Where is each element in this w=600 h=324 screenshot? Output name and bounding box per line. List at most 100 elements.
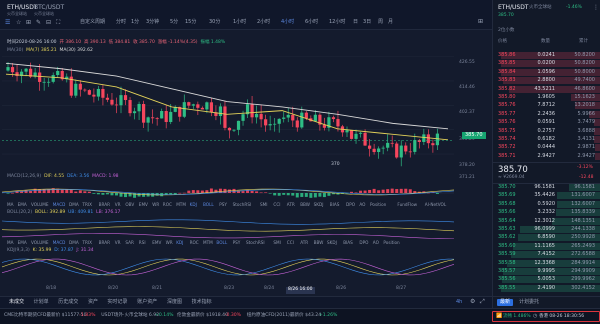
grid-icon[interactable]: ⊞ <box>26 20 31 26</box>
settings-icon[interactable]: ⚙ <box>470 299 475 305</box>
period-item[interactable]: 月 <box>388 20 393 25</box>
interval-label[interactable]: 4h <box>456 300 462 305</box>
ask-row[interactable]: 385.74 0.6182 3.4131 <box>493 136 600 143</box>
period-item[interactable]: 3日 <box>363 20 371 25</box>
period-item[interactable]: 6小时 <box>305 20 318 25</box>
bid-row[interactable]: 385.57 9.9995 294.9909 <box>493 268 600 275</box>
bottom-tab[interactable]: 未成交 <box>9 300 24 305</box>
candlestick-chart[interactable] <box>2 56 454 178</box>
menu-icon[interactable]: ☰ <box>5 20 10 26</box>
ruler-icon[interactable]: ✎ <box>36 20 41 26</box>
indicator-tab[interactable]: VR <box>115 240 121 245</box>
indicator-tab[interactable]: PSY <box>219 202 227 207</box>
indicator-tab[interactable]: ATR <box>300 240 308 245</box>
indicator-tab[interactable]: MA <box>7 240 13 245</box>
bid-row[interactable]: 385.70 96.1581 96.1581 <box>493 184 600 191</box>
indicator-tab[interactable]: EMA <box>18 240 27 245</box>
indicator-tab[interactable]: AI-NetVOL <box>425 202 446 207</box>
ob-menu-icon[interactable]: ⋮ <box>593 5 599 11</box>
bid-row[interactable]: 385.69 35.4426 131.6007 <box>493 192 600 200</box>
ask-row[interactable]: 385.72 0.0444 2.9871 <box>493 144 600 152</box>
indicator-tab[interactable]: DMA <box>69 240 79 245</box>
indicator-tab[interactable]: EMV <box>139 202 148 207</box>
indicator-tab[interactable]: BRAR <box>99 240 110 245</box>
period-item[interactable]: 1分 <box>131 20 139 25</box>
indicator-tab[interactable]: VR <box>115 202 121 207</box>
layout-icon[interactable]: ⊟ <box>46 20 51 26</box>
period-item[interactable]: 4小时 <box>281 20 294 25</box>
bid-row[interactable]: 385.58 12.3368 284.9914 <box>493 259 600 267</box>
ob-precision[interactable]: 2位小数 <box>498 28 514 34</box>
period-item[interactable]: 3分钟 <box>146 20 159 25</box>
bottom-tab[interactable]: 账户资产 <box>137 300 157 305</box>
indicator-tab[interactable]: VOLUME <box>31 202 49 207</box>
indicator-tab[interactable]: AO <box>373 240 379 245</box>
indicator-tab[interactable]: SMI <box>273 240 281 245</box>
indicator-tab[interactable]: TRIX <box>82 202 92 207</box>
indicator-tab[interactable]: BIAS <box>330 202 340 207</box>
bid-row[interactable]: 385.64 12.3012 148.1351 <box>493 217 600 225</box>
period-item[interactable]: 5分 <box>170 20 178 25</box>
zoom-icon[interactable]: ⊞ <box>478 19 483 25</box>
indicator-tab[interactable]: TRIX <box>82 240 92 245</box>
indicator-tab[interactable]: MA <box>7 202 13 207</box>
indicator-tab[interactable]: VOLUME <box>31 240 49 245</box>
indicator-tab[interactable]: CCI <box>273 202 280 207</box>
ask-row[interactable]: 385.82 43.5211 46.8600 <box>493 85 600 93</box>
indicator-tab[interactable]: ROC <box>163 202 172 207</box>
bid-row[interactable]: 385.60 11.1165 265.2493 <box>493 242 600 250</box>
ask-row[interactable]: 385.84 1.0596 50.8000 <box>493 68 600 76</box>
period-item[interactable]: 分时 <box>116 20 126 25</box>
bottom-tab[interactable]: 资产 <box>88 300 98 305</box>
bid-row[interactable]: 385.63 96.0999 244.1338 <box>493 226 600 233</box>
ask-row[interactable]: 385.76 7.8712 13.2018 <box>493 102 600 110</box>
indicator-tab[interactable]: OBV <box>125 202 134 207</box>
period-item[interactable]: 2小时 <box>257 20 270 25</box>
bottom-tab[interactable]: 历史成交 <box>58 300 78 305</box>
expand-icon[interactable]: ⤢ <box>480 299 485 305</box>
indicator-tab[interactable]: WR <box>152 202 159 207</box>
ask-row[interactable]: 385.76 0.0591 3.7479 <box>493 119 600 127</box>
bid-row[interactable]: 385.62 6.8590 250.9928 <box>493 234 600 242</box>
ask-row[interactable]: 385.80 1.9605 15.1623 <box>493 94 600 101</box>
indicator-tab[interactable]: MACD <box>53 240 66 245</box>
indicator-tab[interactable]: AO <box>359 202 365 207</box>
indicator-tab[interactable]: BOLL <box>203 202 214 207</box>
indicator-tab[interactable]: MTM <box>176 202 186 207</box>
ob-tab-plan[interactable]: 计划委托 <box>519 300 539 305</box>
macd-chart[interactable] <box>2 181 454 199</box>
indicator-tab[interactable]: DPO <box>346 202 355 207</box>
indicator-tab[interactable]: PSY <box>233 240 241 245</box>
indicator-tab[interactable]: StochRSI <box>246 240 265 245</box>
indicator-tab[interactable]: SKDJ <box>327 240 337 245</box>
bottom-tab[interactable]: 深度图 <box>167 300 182 305</box>
ask-row[interactable]: 385.85 0.0200 50.8200 <box>493 60 600 68</box>
indicator-tab[interactable]: FundFlow <box>397 202 417 207</box>
bid-row[interactable]: 385.55 2.4190 302.4152 <box>493 284 600 292</box>
bid-row[interactable]: 385.66 3.2332 135.8339 <box>493 209 600 217</box>
indicator-tab[interactable]: Position <box>370 202 386 207</box>
indicator-tab[interactable]: DPO <box>359 240 368 245</box>
bid-row[interactable]: 385.68 0.5920 132.6007 <box>493 200 600 208</box>
bottom-tab[interactable]: 技术指标 <box>192 300 212 305</box>
bottom-tab[interactable]: 计划单 <box>34 300 49 305</box>
indicator-tab[interactable]: BOLL <box>216 240 227 245</box>
indicator-tab[interactable]: BBW <box>300 202 310 207</box>
period-item[interactable]: 1小时 <box>233 20 246 25</box>
indicator-tab[interactable]: DMA <box>69 202 79 207</box>
indicator-tab[interactable]: EMA <box>18 202 27 207</box>
ask-row[interactable]: 385.83 2.8800 49.7400 <box>493 77 600 85</box>
ask-row[interactable]: 385.75 0.2757 3.6888 <box>493 127 600 135</box>
ask-row[interactable]: 385.71 2.9427 2.9427 <box>493 152 600 160</box>
indicator-tab[interactable]: Position <box>383 240 399 245</box>
period-item[interactable]: 12小时 <box>329 20 345 25</box>
indicator-tab[interactable]: BBW <box>314 240 324 245</box>
chart-area[interactable]: 时间2020-08-26 16:00 开 386.10 高 390.13 低 3… <box>0 40 492 296</box>
indicator-tab[interactable]: MTM <box>203 240 213 245</box>
ask-row[interactable]: 385.86 0.0241 50.8200 <box>493 52 600 59</box>
indicator-tab[interactable]: SKDJ <box>314 202 324 207</box>
kdj-chart[interactable] <box>2 255 454 279</box>
indicator-tab[interactable]: KDJ <box>190 202 197 207</box>
period-item[interactable]: 周 <box>378 20 383 25</box>
ob-tab-latest[interactable]: 最新 <box>497 299 514 306</box>
